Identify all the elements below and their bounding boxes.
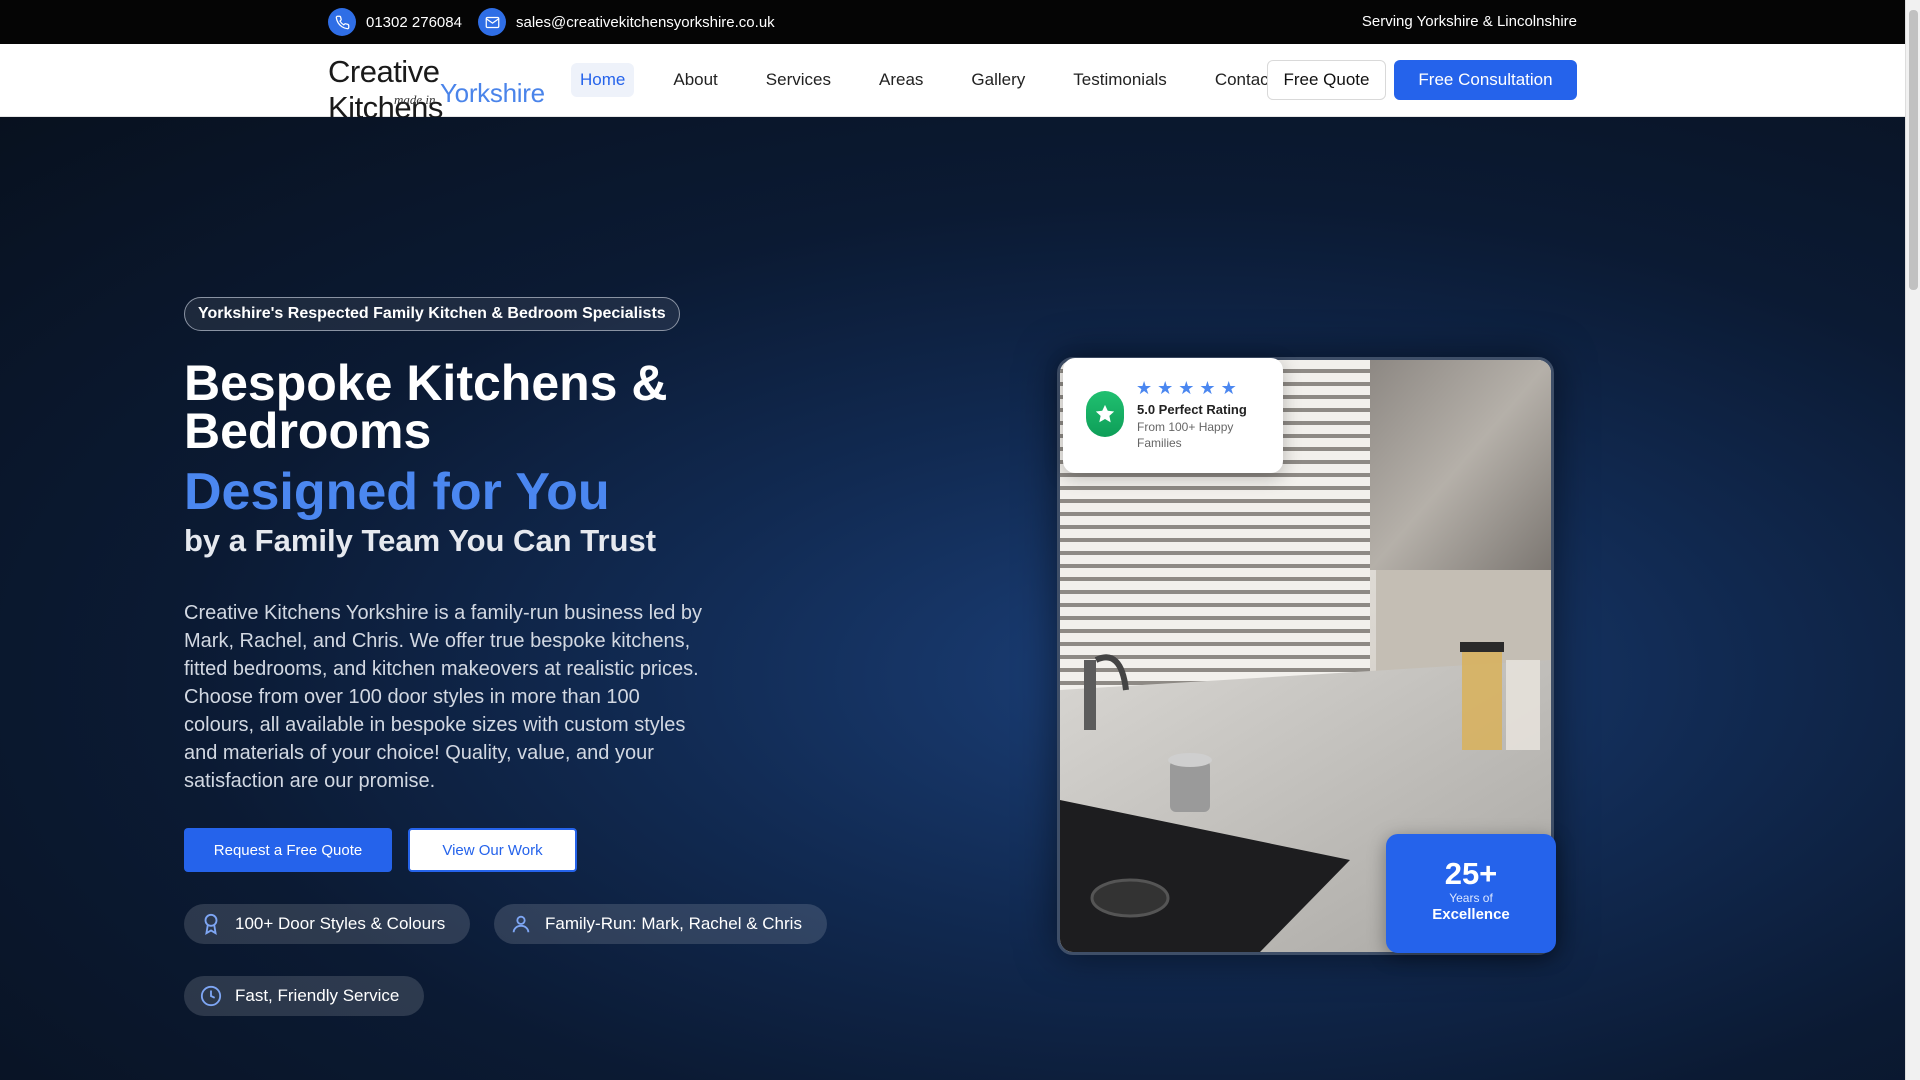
nav-item-gallery[interactable]: Gallery: [962, 63, 1034, 97]
years-card: 25+ Years of Excellence: [1386, 834, 1556, 953]
hero-section: Yorkshire's Respected Family Kitchen & B…: [0, 117, 1905, 1080]
star-icon: ★: [1220, 378, 1237, 398]
page-scrollbar[interactable]: [1905, 0, 1920, 1080]
main-navigation: Creative Kitchens made in Yorkshire Home…: [0, 44, 1905, 125]
feature-label: Family-Run: Mark, Rachel & Chris: [545, 914, 802, 933]
years-number: 25+: [1444, 856, 1498, 891]
rating-card: ★ ★ ★ ★ ★ 5.0 Perfect Rating From 100+ H…: [1063, 358, 1283, 473]
award-icon: [204, 913, 218, 935]
request-quote-button[interactable]: Request a Free Quote: [184, 828, 392, 872]
top-contact-bar: 01302 276084 sales@creativekitchensyorks…: [0, 0, 1905, 44]
clock-icon: [200, 985, 222, 1007]
rating-title: 5.0 Perfect Rating: [1137, 402, 1247, 417]
nav-menu: Home About Services Areas Gallery Testim…: [571, 63, 1282, 97]
years-small: Years of: [1449, 891, 1493, 905]
nav-item-about[interactable]: About: [664, 63, 726, 97]
mail-icon: [478, 8, 506, 36]
logo-line3: Yorkshire: [440, 78, 545, 108]
hero-highlight: Designed for You: [184, 463, 610, 521]
feature-fast-service: Fast, Friendly Service: [184, 976, 425, 1016]
phone-icon: [328, 8, 356, 36]
star-badge-icon: [1086, 391, 1124, 437]
star-icon: ★: [1178, 378, 1195, 398]
phone-number: 01302 276084: [366, 13, 462, 31]
free-consultation-button[interactable]: Free Consultation: [1394, 60, 1577, 100]
rating-stars: ★ ★ ★ ★ ★: [1136, 378, 1237, 398]
feature-family-run: Family-Run: Mark, Rachel & Chris: [494, 904, 827, 944]
rating-subtitle: From 100+ Happy Families: [1137, 420, 1234, 450]
serving-area-text: Serving Yorkshire & Lincolnshire: [1361, 13, 1577, 30]
nav-item-areas[interactable]: Areas: [870, 63, 932, 97]
star-icon: ★: [1136, 378, 1153, 398]
scrollbar-thumb[interactable]: [1909, 10, 1918, 290]
email-link[interactable]: sales@creativekitchensyorkshire.co.uk: [478, 8, 775, 36]
user-icon: [512, 915, 530, 933]
view-work-button[interactable]: View Our Work: [408, 828, 577, 872]
hero-title: Bespoke Kitchens & Bedrooms: [184, 355, 668, 459]
hero-tagline-pill: Yorkshire's Respected Family Kitchen & B…: [184, 297, 680, 331]
feature-label: Fast, Friendly Service: [235, 986, 400, 1005]
feature-door-styles: 100+ Door Styles & Colours: [184, 904, 471, 944]
free-quote-button[interactable]: Free Quote: [1267, 60, 1386, 100]
feature-label: 100+ Door Styles & Colours: [235, 914, 446, 933]
nav-item-services[interactable]: Services: [757, 63, 840, 97]
star-icon: ★: [1199, 378, 1216, 398]
nav-item-home[interactable]: Home: [571, 63, 635, 97]
nav-item-testimonials[interactable]: Testimonials: [1064, 63, 1176, 97]
logo-line2: made in: [394, 92, 436, 107]
star-icon: ★: [1157, 378, 1174, 398]
site-logo[interactable]: Creative Kitchens made in Yorkshire: [328, 54, 548, 125]
hero-paragraph: Creative Kitchens Yorkshire is a family-…: [184, 602, 703, 792]
hero-subtitle: by a Family Team You Can Trust: [184, 523, 657, 558]
phone-link[interactable]: 01302 276084: [328, 8, 462, 36]
years-label: Excellence: [1432, 906, 1510, 923]
email-address: sales@creativekitchensyorkshire.co.uk: [516, 13, 775, 31]
